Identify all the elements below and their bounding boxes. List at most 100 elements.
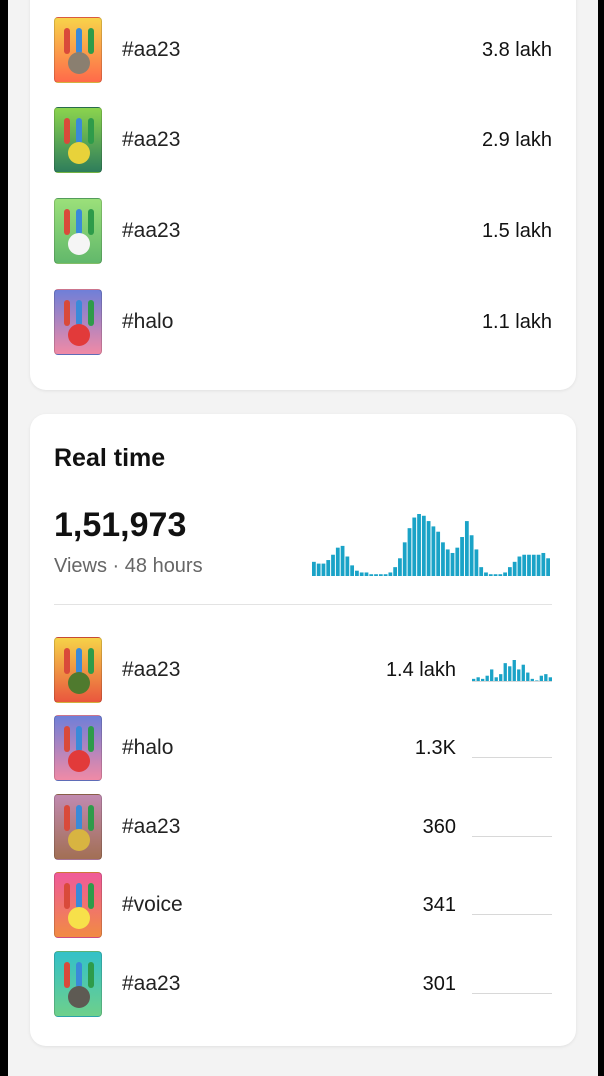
character-figure — [88, 118, 94, 144]
chart-bar — [507, 567, 512, 576]
chart-bar — [321, 563, 326, 576]
prop-shape — [68, 829, 90, 851]
content-row[interactable]: #aa23 1.5 lakh — [54, 197, 552, 265]
chart-bar — [359, 572, 364, 576]
content-row[interactable]: #halo 1.1 lakh — [54, 288, 552, 356]
chart-bar — [331, 554, 335, 576]
analytics-screen: #aa23 3.8 lakh #aa23 2.9 lakh #aa23 1.5 … — [8, 0, 598, 1076]
content-views: 1.3K — [414, 736, 456, 759]
chart-bar — [402, 542, 407, 576]
character-figure — [64, 648, 70, 674]
chart-bar — [503, 572, 507, 576]
character-figure — [76, 28, 82, 54]
content-tag: #voice — [122, 893, 183, 916]
chart-bar — [460, 537, 464, 576]
chart-bar — [445, 549, 450, 576]
realtime-card[interactable]: Real time 1,51,973 Views · 48 hours #aa2… — [30, 414, 576, 1046]
video-thumbnail[interactable] — [54, 17, 102, 83]
prop-shape — [68, 52, 90, 74]
realtime-row[interactable]: #aa23 1.4 lakh — [54, 636, 552, 704]
video-thumbnail[interactable] — [54, 794, 102, 860]
chart-bar — [488, 574, 493, 576]
chart-bar — [340, 545, 345, 576]
realtime-title: Real time — [54, 444, 166, 472]
video-thumbnail[interactable] — [54, 715, 102, 781]
sparkline-bar — [526, 672, 530, 682]
views-sparkline-empty — [472, 972, 552, 996]
chart-bar — [441, 542, 445, 576]
character-figure — [88, 962, 94, 988]
character-figure — [88, 209, 94, 235]
character-figure — [76, 962, 82, 988]
chart-bar — [484, 572, 488, 576]
character-figure — [64, 28, 70, 54]
content-row[interactable]: #aa23 2.9 lakh — [54, 106, 552, 174]
chart-bar — [527, 554, 531, 576]
chart-bar — [531, 554, 536, 576]
chart-bar — [350, 565, 355, 576]
chart-bar — [512, 561, 517, 576]
content-tag: #halo — [122, 736, 174, 759]
character-figure — [76, 300, 82, 326]
content-views: 2.9 lakh — [481, 128, 552, 151]
video-thumbnail[interactable] — [54, 951, 102, 1017]
character-figure — [76, 118, 82, 144]
chart-bar — [407, 528, 412, 576]
chart-bar — [312, 561, 316, 576]
realtime-row[interactable]: #voice 341 — [54, 871, 552, 939]
content-views: 301 — [422, 972, 456, 995]
realtime-views-count: 1,51,973 — [54, 506, 187, 544]
chart-bar — [388, 572, 393, 576]
video-thumbnail[interactable] — [54, 198, 102, 264]
sparkline-bar — [517, 669, 521, 682]
chart-bar — [517, 556, 522, 576]
character-figure — [88, 805, 94, 831]
realtime-row[interactable]: #halo 1.3K — [54, 714, 552, 782]
chart-bar — [436, 531, 441, 576]
realtime-row[interactable]: #aa23 360 — [54, 793, 552, 861]
top-content-card: #aa23 3.8 lakh #aa23 2.9 lakh #aa23 1.5 … — [30, 0, 576, 390]
video-thumbnail[interactable] — [54, 289, 102, 355]
content-tag: #aa23 — [122, 38, 181, 61]
sparkline-bar — [521, 664, 525, 682]
sparkline-bar — [499, 674, 503, 682]
chart-bar — [378, 574, 383, 576]
chart-bar — [522, 554, 527, 576]
character-figure — [76, 805, 82, 831]
chart-bar — [345, 556, 350, 576]
chart-bar — [546, 558, 550, 576]
chart-bar — [364, 572, 369, 576]
content-views: 341 — [422, 893, 456, 916]
prop-shape — [68, 324, 90, 346]
character-figure — [88, 883, 94, 909]
chart-bar — [541, 552, 546, 576]
chart-bar — [536, 554, 541, 576]
character-figure — [64, 962, 70, 988]
video-thumbnail[interactable] — [54, 637, 102, 703]
content-row[interactable]: #aa23 3.8 lakh — [54, 16, 552, 84]
chart-bar — [369, 574, 374, 576]
chart-bar — [393, 567, 398, 576]
video-thumbnail[interactable] — [54, 107, 102, 173]
prop-shape — [68, 672, 90, 694]
character-figure — [88, 28, 94, 54]
character-figure — [76, 883, 82, 909]
content-tag: #aa23 — [122, 815, 181, 838]
chart-bar — [493, 574, 498, 576]
prop-shape — [68, 233, 90, 255]
realtime-row[interactable]: #aa23 301 — [54, 950, 552, 1018]
chart-bar — [450, 552, 455, 576]
character-figure — [88, 648, 94, 674]
realtime-bar-chart — [312, 514, 550, 576]
chart-bar — [316, 563, 321, 576]
chart-bar — [474, 549, 479, 576]
video-thumbnail[interactable] — [54, 872, 102, 938]
prop-shape — [68, 907, 90, 929]
character-figure — [88, 726, 94, 752]
chart-bar — [335, 547, 340, 576]
chart-bar — [398, 558, 402, 576]
views-sparkline-empty — [472, 736, 552, 760]
chart-bar — [421, 515, 426, 576]
views-sparkline — [472, 660, 552, 682]
character-figure — [64, 300, 70, 326]
